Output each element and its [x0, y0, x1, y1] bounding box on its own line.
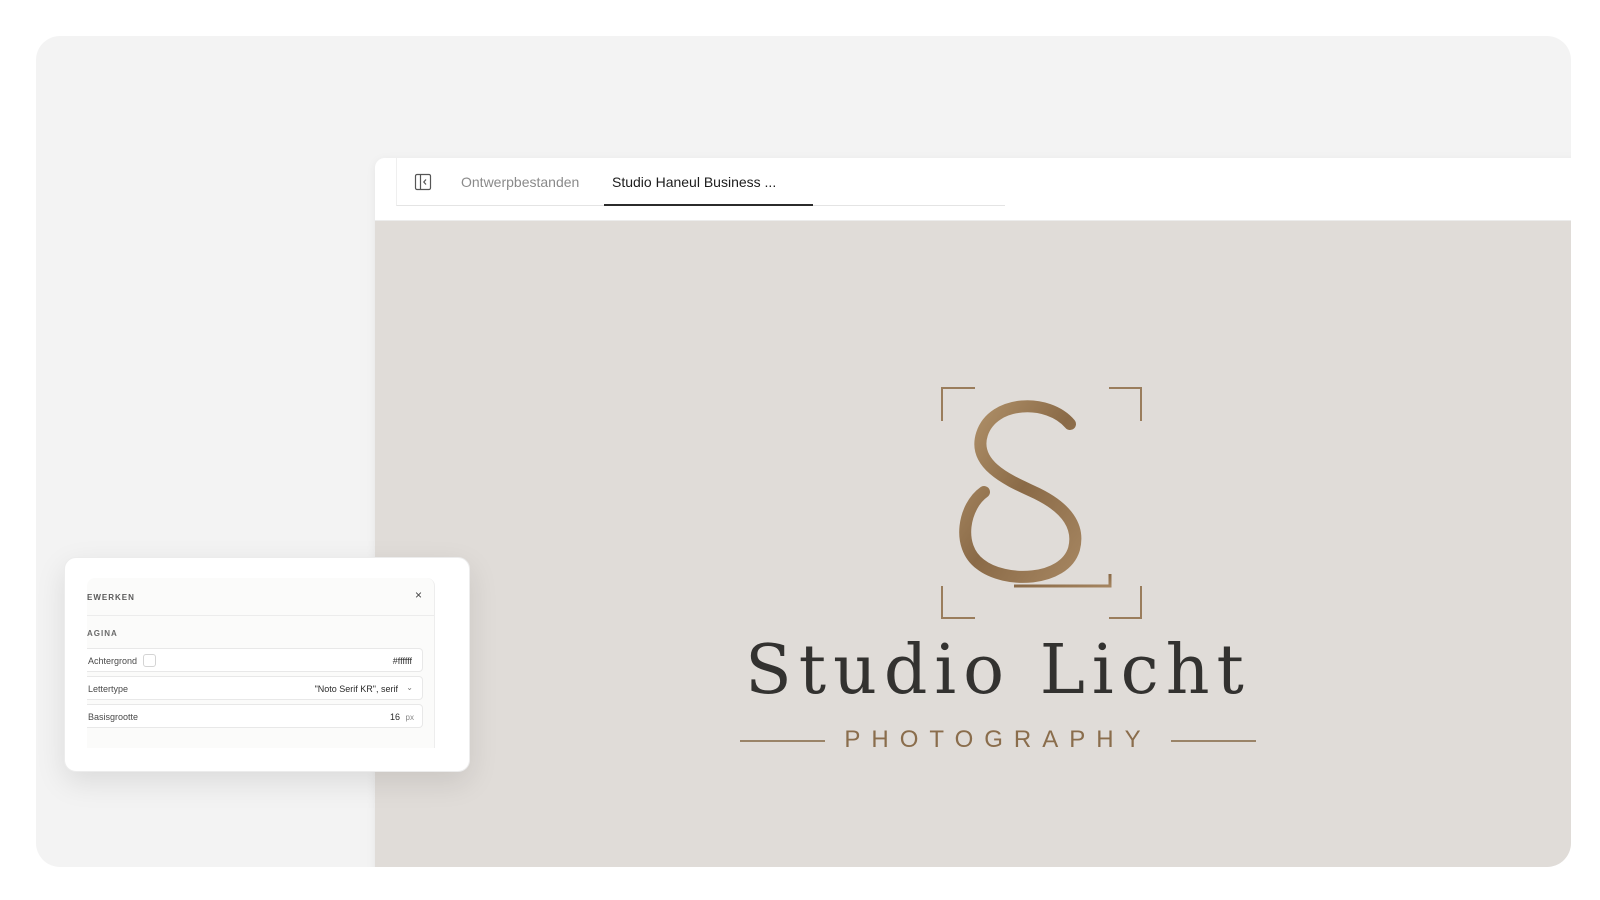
font-value: "Noto Serif KR", serif — [314, 684, 398, 694]
font-family-select[interactable]: Lettertype "Noto Serif KR", serif ⌄ — [87, 676, 423, 700]
monogram-letters — [959, 400, 1112, 588]
panel-title: EWERKEN — [87, 593, 135, 602]
panel-header: EWERKEN × — [87, 578, 434, 616]
base-size-field[interactable]: Basisgrootte 16 px — [87, 704, 423, 728]
tab-bar: Ontwerpbestanden Studio Haneul Business … — [375, 158, 1571, 221]
tab-bar-inner: Ontwerpbestanden Studio Haneul Business … — [396, 158, 1005, 206]
tab-active-document[interactable]: Studio Haneul Business ... — [604, 158, 813, 206]
background-value: #ffffff — [392, 656, 412, 666]
section-label-page: AGINA — [87, 629, 118, 638]
sidebar-toggle-icon[interactable] — [414, 173, 432, 191]
tab-design-files[interactable]: Ontwerpbestanden — [461, 158, 579, 206]
color-swatch[interactable] — [143, 654, 156, 667]
tagline-row: PHOTOGRAPHY — [718, 726, 1278, 756]
tagline-divider-right — [1171, 740, 1256, 742]
font-label: Lettertype — [88, 684, 129, 694]
app-window: Ontwerpbestanden Studio Haneul Business … — [375, 158, 1571, 867]
base-size-label: Basisgrootte — [88, 712, 139, 722]
base-size-unit: px — [405, 713, 414, 722]
brand-name: Studio Licht — [745, 631, 1251, 710]
design-canvas[interactable]: Studio Licht PHOTOGRAPHY — [375, 221, 1571, 867]
close-icon[interactable]: × — [415, 588, 422, 602]
monogram-emblem — [941, 387, 1142, 619]
logo-artwork: Studio Licht PHOTOGRAPHY — [718, 386, 1278, 776]
chevron-down-icon[interactable]: ⌄ — [406, 683, 413, 692]
background-label: Achtergrond — [88, 656, 138, 666]
base-size-value: 16 — [389, 712, 400, 722]
properties-panel-inner: EWERKEN × AGINA Achtergrond #ffffff Lett… — [87, 578, 435, 748]
properties-panel: EWERKEN × AGINA Achtergrond #ffffff Lett… — [64, 557, 470, 772]
background-color-field[interactable]: Achtergrond #ffffff — [87, 648, 423, 672]
